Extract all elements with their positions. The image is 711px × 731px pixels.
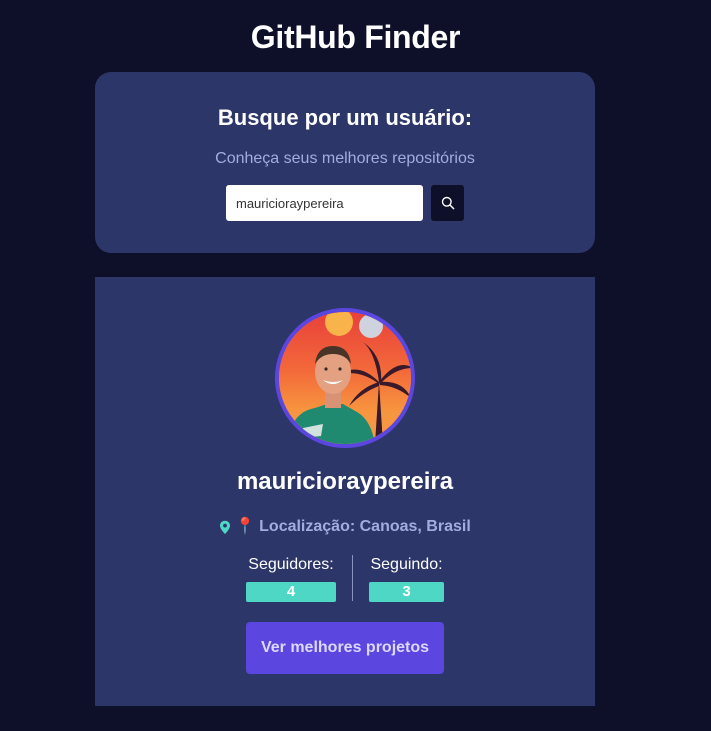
stats: Seguidores: 4 Seguindo: 3 xyxy=(246,555,444,603)
following-count: 3 xyxy=(369,582,444,602)
avatar xyxy=(275,308,415,448)
followers-label: Seguidores: xyxy=(248,556,334,573)
app-title: GitHub Finder xyxy=(250,19,461,55)
search-heading: Busque por um usuário: xyxy=(217,105,473,130)
location-text: Localização: Canoas, Brasil xyxy=(259,518,471,535)
search-input[interactable] xyxy=(226,185,423,221)
following-stat: Seguindo: 3 xyxy=(369,555,444,602)
followers-stat: Seguidores: 4 xyxy=(246,555,336,602)
stats-divider xyxy=(352,555,353,601)
view-projects-button[interactable]: Ver melhores projetos xyxy=(246,622,444,674)
search-card: Busque por um usuário: Conheça seus melh… xyxy=(95,72,595,253)
search-icon xyxy=(441,196,454,210)
avatar-photo xyxy=(279,312,411,444)
location-emoji: 📍 xyxy=(235,518,256,535)
search-button[interactable] xyxy=(431,185,464,221)
username: mauricioraypereira xyxy=(236,468,454,495)
search-subtitle: Conheça seus melhores repositórios xyxy=(215,150,475,167)
map-pin-icon xyxy=(220,520,231,534)
followers-count: 4 xyxy=(246,582,336,602)
following-label: Seguindo: xyxy=(370,556,443,573)
profile-card: mauricioraypereira 📍 Localização: Canoas… xyxy=(95,277,595,706)
location: 📍 Localização: Canoas, Brasil xyxy=(95,517,595,537)
